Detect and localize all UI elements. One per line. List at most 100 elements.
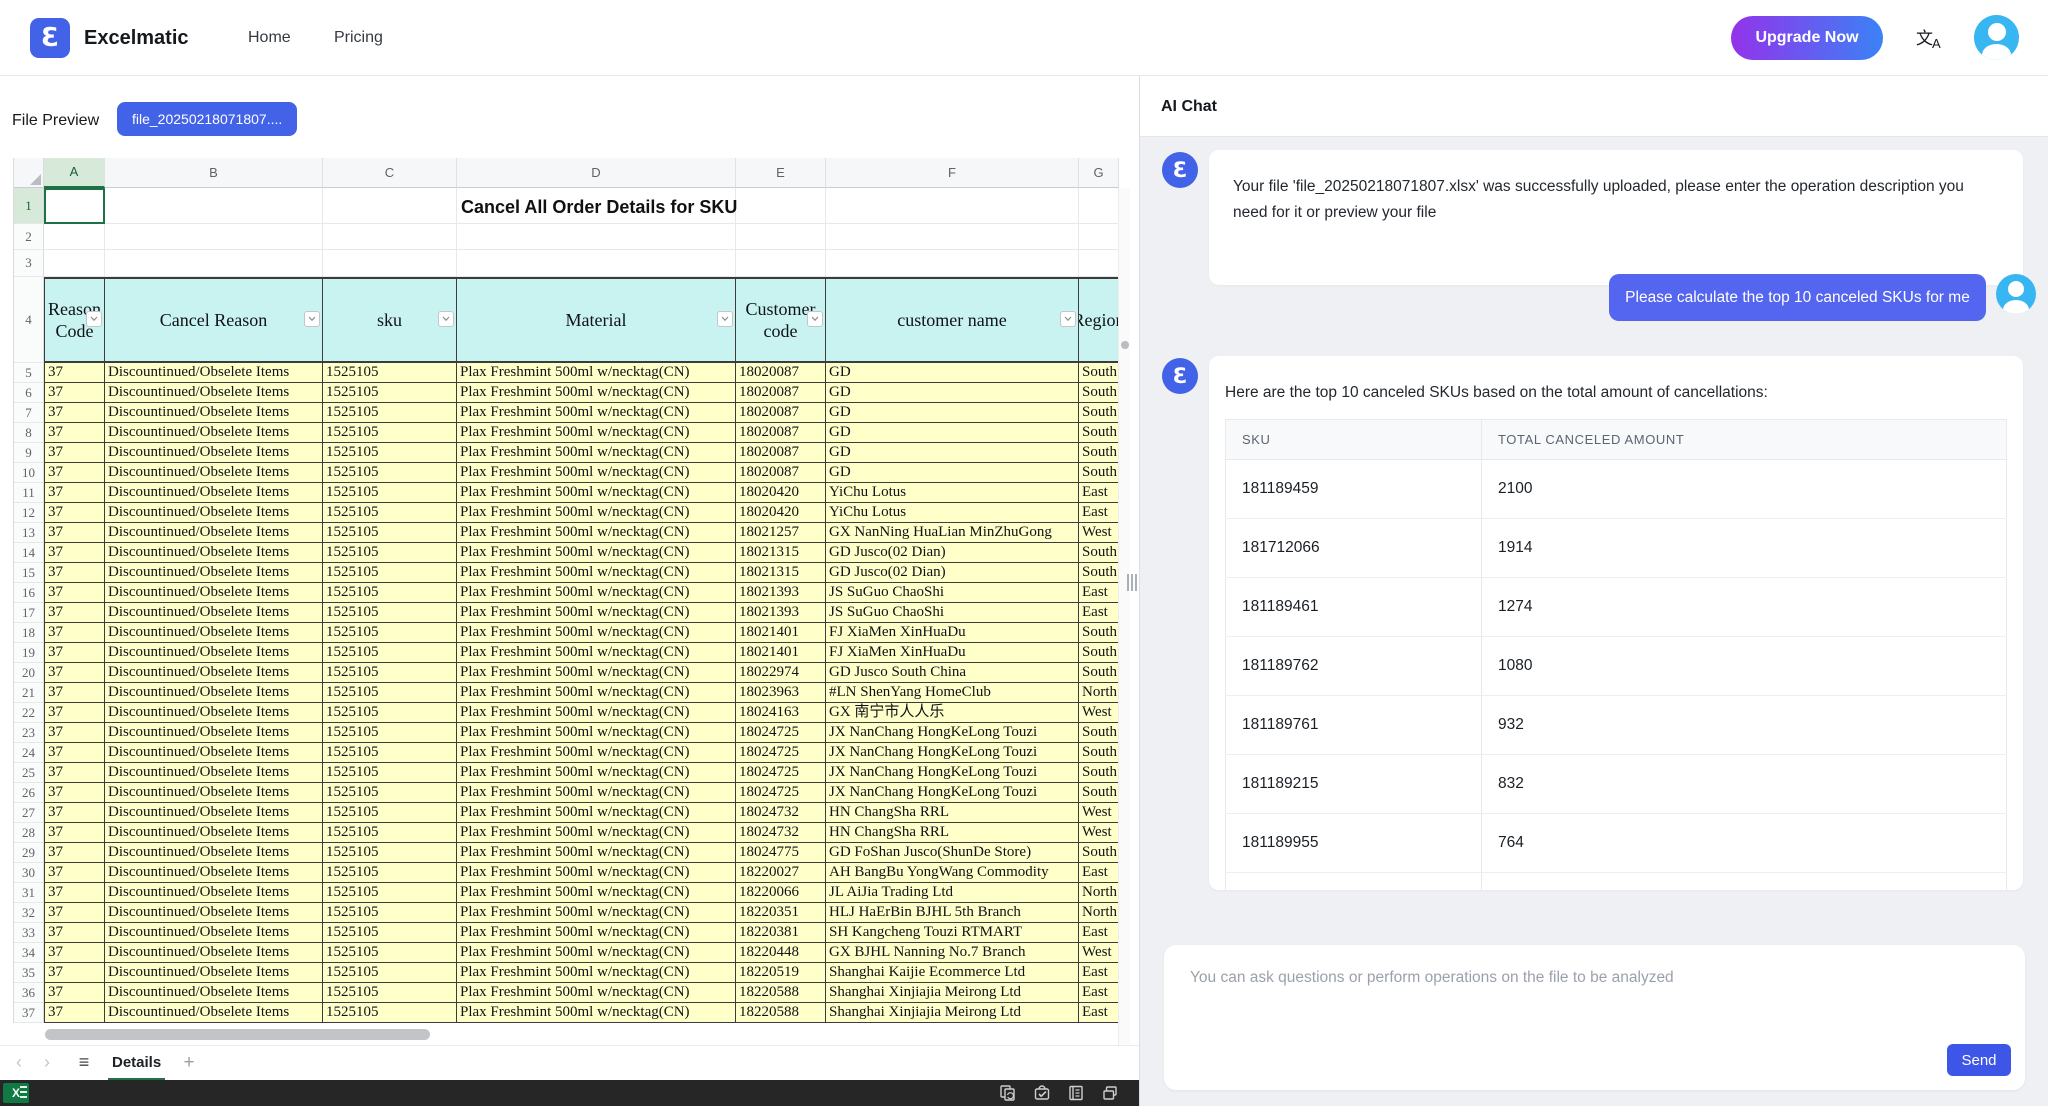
- cell[interactable]: 37: [44, 783, 105, 803]
- cell[interactable]: Discountinued/Obselete Items: [105, 883, 323, 903]
- cell[interactable]: South: [1079, 383, 1119, 403]
- cell[interactable]: 1525105: [323, 743, 457, 763]
- cell[interactable]: 18220351: [736, 903, 826, 923]
- cell[interactable]: South: [1079, 623, 1119, 643]
- cell[interactable]: [736, 188, 826, 224]
- cell[interactable]: North: [1079, 683, 1119, 703]
- cell[interactable]: GD Jusco(02 Dian): [826, 563, 1079, 583]
- bag-check-icon[interactable]: [1032, 1083, 1052, 1103]
- cell[interactable]: East: [1079, 603, 1119, 623]
- row-header-22[interactable]: 22: [14, 703, 44, 723]
- cell[interactable]: 37: [44, 363, 105, 383]
- cell[interactable]: 18020420: [736, 483, 826, 503]
- row-header-23[interactable]: 23: [14, 723, 44, 743]
- cell[interactable]: 18021315: [736, 543, 826, 563]
- row-header-19[interactable]: 19: [14, 643, 44, 663]
- cell[interactable]: 18021393: [736, 603, 826, 623]
- cell[interactable]: GX BJHL Nanning No.7 Branch: [826, 943, 1079, 963]
- cell[interactable]: 37: [44, 843, 105, 863]
- cell[interactable]: 18021257: [736, 523, 826, 543]
- cell[interactable]: [105, 188, 323, 224]
- cell[interactable]: 1525105: [323, 863, 457, 883]
- sheet-title-cell[interactable]: Cancel All Order Details for SKU: [461, 190, 737, 226]
- filter-dropdown-icon[interactable]: [438, 311, 454, 327]
- cell[interactable]: West: [1079, 523, 1119, 543]
- column-header-G[interactable]: G: [1079, 158, 1119, 188]
- filter-dropdown-icon[interactable]: [86, 311, 102, 327]
- cell[interactable]: 37: [44, 903, 105, 923]
- column-header-F[interactable]: F: [826, 158, 1079, 188]
- cell[interactable]: East: [1079, 1003, 1119, 1023]
- cell[interactable]: 18024725: [736, 763, 826, 783]
- cell[interactable]: 1525105: [323, 543, 457, 563]
- cell[interactable]: 1525105: [323, 783, 457, 803]
- cell[interactable]: South: [1079, 423, 1119, 443]
- row-header-32[interactable]: 32: [14, 903, 44, 923]
- cell[interactable]: 18022974: [736, 663, 826, 683]
- filter-dropdown-icon[interactable]: [807, 311, 823, 327]
- cell[interactable]: 18220588: [736, 1003, 826, 1023]
- cell[interactable]: East: [1079, 923, 1119, 943]
- cell[interactable]: Shanghai Xinjiajia Meirong Ltd: [826, 1003, 1079, 1023]
- row-header-4[interactable]: 4: [14, 277, 44, 363]
- cell[interactable]: 37: [44, 543, 105, 563]
- cell[interactable]: GD Jusco(02 Dian): [826, 543, 1079, 563]
- cell[interactable]: South: [1079, 723, 1119, 743]
- chevron-left-icon[interactable]: ‹: [8, 1046, 30, 1081]
- cell[interactable]: 1525105: [323, 803, 457, 823]
- cell[interactable]: 37: [44, 643, 105, 663]
- cell[interactable]: GD: [826, 383, 1079, 403]
- row-header-7[interactable]: 7: [14, 403, 44, 423]
- cell[interactable]: 18020087: [736, 383, 826, 403]
- cell[interactable]: 1525105: [323, 483, 457, 503]
- cell[interactable]: 18220519: [736, 963, 826, 983]
- cell[interactable]: Discountinued/Obselete Items: [105, 943, 323, 963]
- cell[interactable]: Plax Freshmint 500ml w/necktag(CN): [457, 683, 736, 703]
- cell[interactable]: 37: [44, 423, 105, 443]
- cell[interactable]: Plax Freshmint 500ml w/necktag(CN): [457, 363, 736, 383]
- cell[interactable]: 1525105: [323, 563, 457, 583]
- cell[interactable]: Plax Freshmint 500ml w/necktag(CN): [457, 863, 736, 883]
- column-header-D[interactable]: D: [457, 158, 736, 188]
- cell[interactable]: South: [1079, 463, 1119, 483]
- cell[interactable]: 1525105: [323, 723, 457, 743]
- cell[interactable]: 18021401: [736, 623, 826, 643]
- row-header-18[interactable]: 18: [14, 623, 44, 643]
- cell[interactable]: 1525105: [323, 983, 457, 1003]
- notebook-icon[interactable]: [1066, 1083, 1086, 1103]
- cell[interactable]: East: [1079, 983, 1119, 1003]
- cell[interactable]: 18024732: [736, 823, 826, 843]
- cell[interactable]: Plax Freshmint 500ml w/necktag(CN): [457, 943, 736, 963]
- cell[interactable]: Discountinued/Obselete Items: [105, 743, 323, 763]
- cell[interactable]: 18021401: [736, 643, 826, 663]
- cell[interactable]: South: [1079, 543, 1119, 563]
- cell[interactable]: 37: [44, 523, 105, 543]
- row-header-13[interactable]: 13: [14, 523, 44, 543]
- cell[interactable]: 37: [44, 463, 105, 483]
- sheet-tab-details[interactable]: Details: [100, 1046, 173, 1081]
- cell[interactable]: 37: [44, 943, 105, 963]
- row-header-11[interactable]: 11: [14, 483, 44, 503]
- filter-header-cell[interactable]: Material: [457, 277, 736, 363]
- cell[interactable]: 37: [44, 623, 105, 643]
- cell[interactable]: [826, 188, 1079, 224]
- cell[interactable]: West: [1079, 823, 1119, 843]
- cell[interactable]: 18024725: [736, 723, 826, 743]
- cell[interactable]: FJ XiaMen XinHuaDu: [826, 643, 1079, 663]
- cell[interactable]: 37: [44, 1003, 105, 1023]
- cell[interactable]: Plax Freshmint 500ml w/necktag(CN): [457, 443, 736, 463]
- cell[interactable]: JX NanChang HongKeLong Touzi: [826, 763, 1079, 783]
- cell[interactable]: 1525105: [323, 363, 457, 383]
- cell[interactable]: 37: [44, 743, 105, 763]
- cell[interactable]: Plax Freshmint 500ml w/necktag(CN): [457, 563, 736, 583]
- cell[interactable]: 1525105: [323, 903, 457, 923]
- cell[interactable]: JS SuGuo ChaoShi: [826, 603, 1079, 623]
- cell[interactable]: 1525105: [323, 823, 457, 843]
- cell[interactable]: 1525105: [323, 443, 457, 463]
- sheet-menu-icon[interactable]: ≡: [72, 1046, 96, 1081]
- cell[interactable]: [457, 250, 736, 277]
- row-header-37[interactable]: 37: [14, 1003, 44, 1023]
- cell[interactable]: 37: [44, 383, 105, 403]
- cell[interactable]: 18024732: [736, 803, 826, 823]
- cell[interactable]: 18020087: [736, 463, 826, 483]
